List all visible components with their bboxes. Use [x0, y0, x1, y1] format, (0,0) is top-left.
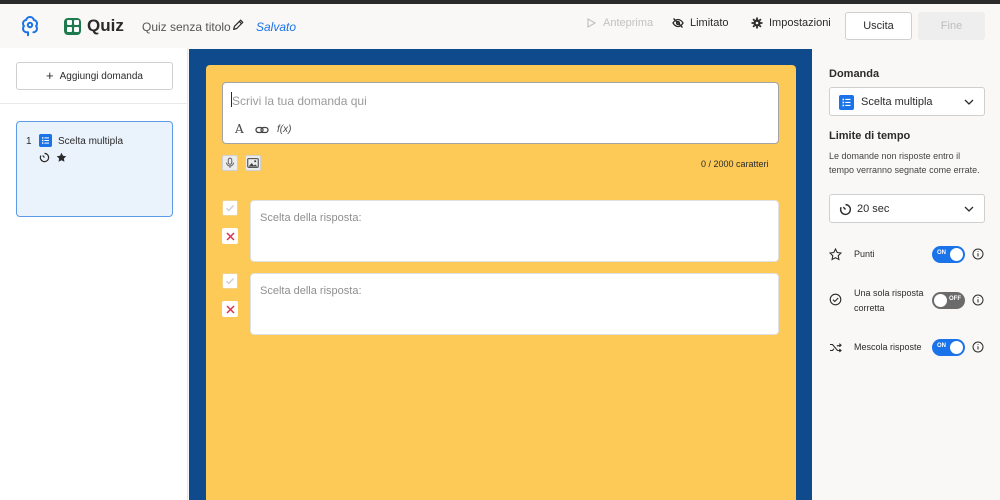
check-icon — [226, 205, 235, 212]
mark-correct-button[interactable] — [222, 273, 238, 289]
visibility-label: Limitato — [690, 17, 729, 29]
question-card[interactable]: 1 Scelta multipla — [16, 121, 173, 217]
quiz-grid-icon — [64, 17, 81, 35]
formula-button[interactable]: f(x) — [277, 124, 291, 135]
preview-label: Anteprima — [603, 17, 654, 29]
toggle-state: ON — [937, 250, 946, 256]
sidebar-divider — [0, 103, 188, 104]
toggle-knob — [950, 341, 963, 354]
link-icon[interactable] — [255, 125, 269, 135]
question-type-select[interactable]: Scelta multipla — [829, 87, 985, 116]
shuffle-toggle[interactable]: ON — [932, 339, 965, 356]
image-icon — [247, 158, 259, 168]
question-number: 1 — [26, 136, 32, 147]
question-sidebar: + Aggiungi domanda 1 Scelta multipla — [0, 48, 188, 500]
single-answer-toggle[interactable]: OFF — [932, 292, 965, 309]
time-limit-select[interactable]: 20 sec — [829, 194, 985, 223]
settings-label: Impostazioni — [769, 17, 831, 29]
toggle-state: ON — [937, 343, 946, 349]
toggle-state: OFF — [949, 296, 961, 302]
add-question-button[interactable]: + Aggiungi domanda — [16, 62, 173, 90]
list-icon — [839, 95, 854, 110]
info-icon[interactable] — [972, 341, 984, 353]
info-icon[interactable] — [972, 294, 984, 306]
toggle-knob — [950, 248, 963, 261]
visibility-button[interactable]: Limitato — [672, 17, 729, 29]
star-icon — [56, 152, 67, 162]
time-limit-description: Le domande non risposte entro il tempo v… — [829, 151, 980, 175]
save-status: Salvato — [256, 20, 297, 34]
info-icon[interactable] — [972, 248, 984, 260]
question-input[interactable]: Scrivi la tua domanda qui A f(x) — [222, 82, 779, 144]
check-icon — [226, 278, 235, 285]
toggle-knob — [934, 294, 947, 307]
audio-button[interactable] — [222, 155, 238, 171]
answer-placeholder: Scelta della risposta: — [260, 285, 362, 297]
question-type-label: Scelta multipla — [58, 136, 124, 147]
x-icon — [225, 304, 235, 314]
done-button[interactable]: Fine — [918, 12, 985, 40]
brand: Quiz — [64, 16, 124, 36]
microphone-icon — [225, 157, 235, 168]
gear-icon — [751, 17, 763, 29]
brain-logo-icon[interactable] — [18, 14, 42, 38]
play-icon — [587, 17, 597, 29]
image-button[interactable] — [245, 155, 261, 171]
time-limit-heading: Limite di tempo — [829, 130, 911, 142]
points-toggle[interactable]: ON — [932, 246, 965, 263]
pencil-icon[interactable] — [231, 18, 245, 32]
question-type-heading: Domanda — [829, 68, 880, 80]
exit-button[interactable]: Uscita — [845, 12, 912, 40]
eye-slash-icon — [672, 18, 684, 28]
star-icon — [829, 248, 842, 261]
shuffle-icon — [830, 343, 842, 353]
points-label: Punti — [854, 249, 875, 259]
quiz-title[interactable]: Quiz senza titolo — [142, 20, 231, 34]
answer-placeholder: Scelta della risposta: — [260, 212, 362, 224]
timer-icon — [39, 152, 50, 163]
answer-input[interactable]: Scelta della risposta: — [250, 273, 779, 335]
chevron-down-icon — [964, 206, 974, 212]
text-format-button[interactable]: A — [235, 122, 244, 136]
delete-answer-button[interactable] — [222, 228, 238, 244]
time-limit-value: 20 sec — [857, 202, 890, 215]
plus-icon: + — [46, 68, 54, 83]
add-question-label: Aggiungi domanda — [59, 70, 143, 82]
single-answer-label: Una sola risposta corretta — [854, 288, 924, 313]
delete-answer-button[interactable] — [222, 301, 238, 317]
brand-name: Quiz — [87, 16, 124, 35]
timer-icon — [839, 203, 852, 216]
list-icon — [39, 134, 52, 147]
character-count: 0 / 2000 caratteri — [701, 159, 769, 169]
top-header: Quiz Quiz senza titolo Salvato Anteprima… — [0, 4, 1000, 48]
question-type-value: Scelta multipla — [861, 95, 933, 108]
shuffle-label: Mescola risposte — [854, 342, 922, 352]
answer-input[interactable]: Scelta della risposta: — [250, 200, 779, 262]
x-icon — [225, 231, 235, 241]
settings-button[interactable]: Impostazioni — [751, 17, 831, 29]
question-placeholder: Scrivi la tua domanda qui — [232, 94, 367, 108]
chevron-down-icon — [964, 99, 974, 105]
preview-button[interactable]: Anteprima — [585, 17, 653, 29]
check-circle-icon — [829, 293, 842, 306]
mark-correct-button[interactable] — [222, 200, 238, 216]
